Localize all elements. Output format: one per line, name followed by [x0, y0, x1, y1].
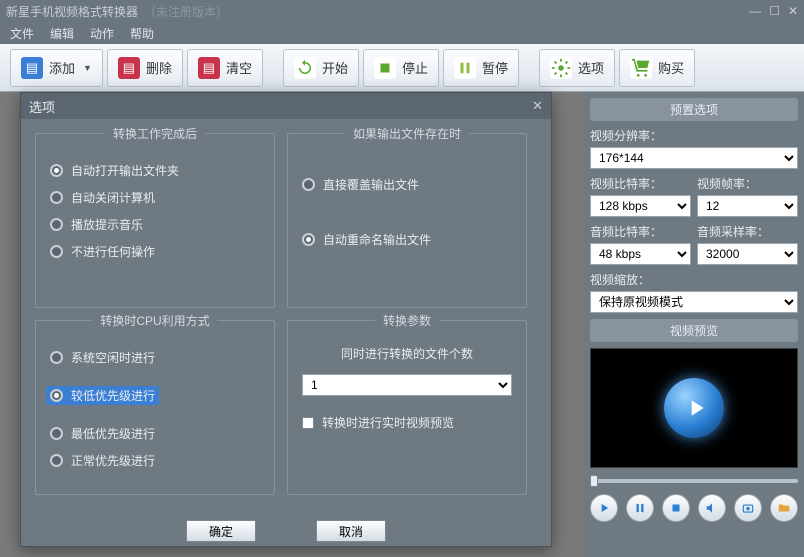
radio-icon: [50, 164, 63, 177]
play-button[interactable]: [590, 494, 618, 522]
radio-normal-priority[interactable]: 正常优先级进行: [50, 452, 260, 469]
ok-button[interactable]: 确定: [186, 520, 256, 542]
dropdown-icon: ▼: [83, 63, 92, 73]
if-exists-group: 如果输出文件存在时 直接覆盖输出文件 自动重命名输出文件: [287, 133, 527, 308]
radio-icon: [50, 218, 63, 231]
slider-thumb[interactable]: [590, 475, 598, 487]
start-button[interactable]: 开始: [283, 49, 359, 87]
pause-button[interactable]: 暂停: [443, 49, 519, 87]
preset-header: 预置选项: [590, 98, 798, 121]
gear-icon: [550, 57, 572, 79]
options-button[interactable]: 选项: [539, 49, 615, 87]
resolution-select[interactable]: 176*144: [590, 147, 798, 169]
menu-edit[interactable]: 编辑: [50, 25, 74, 42]
app-title: 新星手机视频格式转换器: [6, 3, 138, 20]
checkbox-icon: [302, 417, 314, 429]
refresh-icon: [294, 57, 316, 79]
seek-slider[interactable]: [590, 474, 798, 488]
pause-button[interactable]: [626, 494, 654, 522]
scale-select[interactable]: 保持原视频模式: [590, 291, 798, 313]
radio-lowest-priority[interactable]: 最低优先级进行: [50, 425, 260, 442]
stop-button[interactable]: [662, 494, 690, 522]
menu-action[interactable]: 动作: [90, 25, 114, 42]
video-fps-label: 视频帧率：: [697, 175, 798, 192]
film-delete-icon: ▤: [118, 57, 140, 79]
after-done-group: 转换工作完成后 自动打开输出文件夹 自动关闭计算机 播放提示音乐 不进行任何操作: [35, 133, 275, 308]
audio-bitrate-select[interactable]: 48 kbps: [590, 243, 691, 265]
params-group: 转换参数 同时进行转换的文件个数 1 转换时进行实时视频预览: [287, 320, 527, 495]
dialog-close-button[interactable]: ✕: [532, 98, 543, 114]
audio-bitrate-label: 音频比特率：: [590, 223, 691, 240]
radio-do-nothing[interactable]: 不进行任何操作: [50, 243, 260, 260]
menubar: 文件 编辑 动作 帮助: [0, 22, 804, 44]
video-fps-select[interactable]: 12: [697, 195, 798, 217]
dialog-title: 选项: [29, 97, 55, 116]
radio-icon: [50, 245, 63, 258]
film-clear-icon: ▤: [198, 57, 220, 79]
menu-file[interactable]: 文件: [10, 25, 34, 42]
snapshot-button[interactable]: [734, 494, 762, 522]
stop-icon: [374, 57, 396, 79]
app-subtitle: （未注册版本）: [144, 3, 228, 20]
pause-icon: [454, 57, 476, 79]
minimize-button[interactable]: —: [749, 4, 761, 18]
realtime-preview-checkbox[interactable]: 转换时进行实时视频预览: [302, 414, 512, 431]
preview-header: 视频预览: [590, 319, 798, 342]
stop-button[interactable]: 停止: [363, 49, 439, 87]
play-orb-icon: [664, 378, 724, 438]
audio-samplerate-label: 音频采样率：: [697, 223, 798, 240]
cart-icon: [630, 57, 652, 79]
dialog-titlebar: 选项 ✕: [21, 93, 551, 119]
menu-help[interactable]: 帮助: [130, 25, 154, 42]
clear-button[interactable]: ▤ 清空: [187, 49, 263, 87]
radio-icon: [50, 454, 63, 467]
radio-icon: [302, 178, 315, 191]
close-button[interactable]: ✕: [788, 4, 798, 18]
video-bitrate-select[interactable]: 128 kbps: [590, 195, 691, 217]
concurrent-label: 同时进行转换的文件个数: [302, 345, 512, 362]
scale-label: 视频缩放：: [590, 271, 798, 288]
resolution-label: 视频分辨率：: [590, 127, 798, 144]
maximize-button[interactable]: ☐: [769, 4, 780, 18]
radio-icon: [302, 233, 315, 246]
delete-button[interactable]: ▤ 删除: [107, 49, 183, 87]
radio-shutdown[interactable]: 自动关闭计算机: [50, 189, 260, 206]
audio-samplerate-select[interactable]: 32000: [697, 243, 798, 265]
toolbar: ▤ 添加▼ ▤ 删除 ▤ 清空 开始 停止 暂停 选项 购买: [0, 44, 804, 92]
film-add-icon: ▤: [21, 57, 43, 79]
radio-icon: [50, 427, 63, 440]
radio-low-priority[interactable]: 较低优先级进行: [46, 386, 159, 405]
radio-open-folder[interactable]: 自动打开输出文件夹: [50, 162, 260, 179]
cpu-mode-group: 转换时CPU利用方式 系统空闲时进行 较低优先级进行 最低优先级进行 正常优先级…: [35, 320, 275, 495]
mute-button[interactable]: [698, 494, 726, 522]
video-preview: [590, 348, 798, 468]
folder-button[interactable]: [770, 494, 798, 522]
radio-play-sound[interactable]: 播放提示音乐: [50, 216, 260, 233]
cancel-button[interactable]: 取消: [316, 520, 386, 542]
add-button[interactable]: ▤ 添加▼: [10, 49, 103, 87]
options-dialog: 选项 ✕ 转换工作完成后 自动打开输出文件夹 自动关闭计算机 播放提示音乐 不进…: [20, 92, 552, 547]
radio-icon: [50, 351, 63, 364]
video-bitrate-label: 视频比特率：: [590, 175, 691, 192]
buy-button[interactable]: 购买: [619, 49, 695, 87]
radio-overwrite[interactable]: 直接覆盖输出文件: [302, 176, 512, 193]
radio-idle[interactable]: 系统空闲时进行: [50, 349, 260, 366]
radio-rename[interactable]: 自动重命名输出文件: [302, 231, 512, 248]
radio-icon: [50, 191, 63, 204]
radio-icon: [50, 389, 63, 402]
titlebar: 新星手机视频格式转换器 （未注册版本） — ☐ ✕: [0, 0, 804, 22]
concurrent-select[interactable]: 1: [302, 374, 512, 396]
